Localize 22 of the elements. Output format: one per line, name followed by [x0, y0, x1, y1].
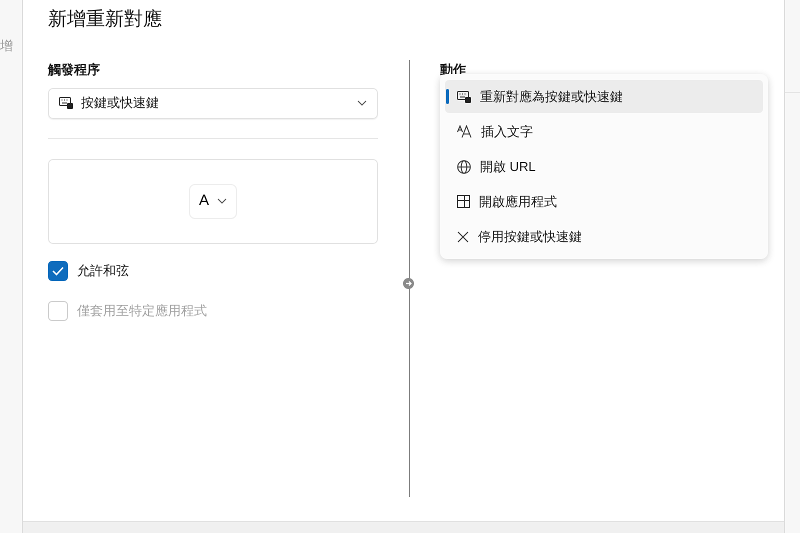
app-window-icon	[457, 195, 470, 208]
menu-item[interactable]: 停用按鍵或快速鍵	[445, 220, 763, 253]
keyboard-icon	[457, 90, 471, 102]
menu-item[interactable]: 重新對應為按鍵或快速鍵	[445, 80, 763, 113]
globe-icon	[457, 160, 471, 174]
trigger-dropdown[interactable]: 按鍵或快速鍵	[48, 88, 378, 118]
checkbox-label: 僅套用至特定應用程式	[77, 302, 207, 320]
keyboard-icon	[59, 97, 73, 109]
close-icon	[457, 230, 469, 242]
background-text: 增	[0, 37, 13, 55]
key-dropdown[interactable]: A	[188, 184, 237, 218]
chevron-down-icon	[357, 100, 367, 106]
chevron-down-icon	[217, 198, 227, 204]
checkbox-label: 允許和弦	[77, 262, 129, 280]
checkbox[interactable]	[48, 260, 68, 280]
section-heading: 觸發程序	[48, 61, 101, 79]
font-size-icon	[457, 125, 472, 138]
check-icon	[52, 266, 64, 276]
menu-item[interactable]: 插入文字	[445, 115, 763, 148]
menu-item[interactable]: 開啟應用程式	[445, 185, 763, 218]
dialog-title: 新增重新對應	[48, 9, 162, 30]
menu-item[interactable]: 開啟 URL	[445, 150, 763, 183]
